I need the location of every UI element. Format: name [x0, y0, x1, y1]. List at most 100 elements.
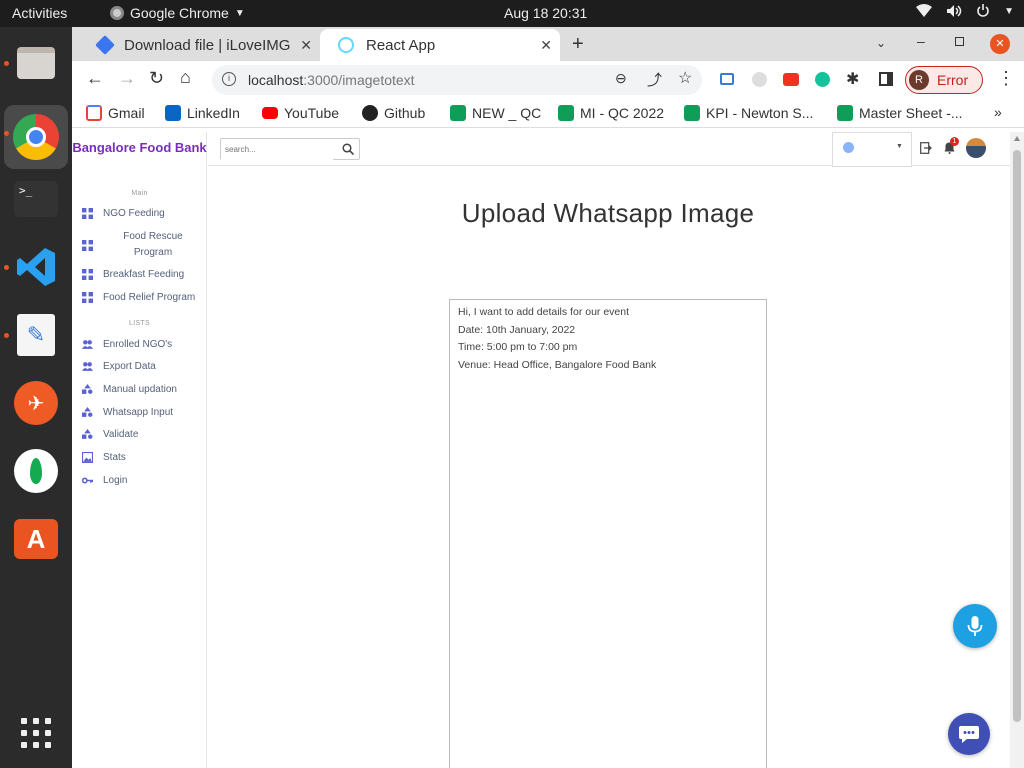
dashboard-icon [82, 208, 93, 219]
show-apps-icon[interactable] [10, 707, 62, 759]
restore-icon[interactable] [955, 37, 964, 46]
extension-grey-icon[interactable] [752, 72, 767, 87]
extension-youtube-icon[interactable] [783, 73, 799, 86]
postman-app-icon[interactable]: ✈ [10, 377, 62, 429]
new-tab-icon[interactable]: + [572, 33, 584, 56]
bookmark-label: YouTube [284, 105, 340, 121]
page-scrollbar[interactable] [1010, 132, 1024, 768]
chrome-app-icon[interactable] [4, 105, 68, 169]
bookmark-label: Gmail [108, 105, 145, 121]
dock: >_ ✎ ✈ A [0, 27, 72, 768]
activities-button[interactable]: Activities [12, 5, 67, 21]
bookmark-label: NEW _ QC [472, 105, 542, 121]
more-menu-icon[interactable]: ⋮ [997, 68, 1015, 89]
dashboard-icon [82, 239, 93, 251]
sidebar-item-whatsapp-input[interactable]: Whatsapp Input [82, 407, 207, 418]
language-select[interactable]: ▼ [832, 132, 912, 167]
vscode-icon [17, 248, 55, 286]
text-editor-app-icon[interactable]: ✎ [10, 309, 62, 361]
sidebar-item-label: Enrolled NGO's [103, 339, 173, 350]
extensions-puzzle-icon[interactable]: ✱ [846, 69, 859, 89]
bookmark-label: KPI - Newton S... [706, 105, 814, 121]
sidebar-item-ngo-feeding[interactable]: NGO Feeding [82, 208, 207, 219]
sidebar-item-label: Validate [103, 429, 139, 440]
extension-screencast-icon[interactable] [720, 73, 734, 85]
brand-logo[interactable]: Bangalore Food Bank [72, 140, 207, 155]
sidebar-item-validate[interactable]: Validate [82, 429, 207, 440]
back-icon[interactable]: ← [86, 68, 104, 89]
sidebar-item-breakfast-feeding[interactable]: Breakfast Feeding [82, 269, 207, 280]
sidebar-item-export-data[interactable]: Export Data [82, 361, 207, 372]
close-tab-icon[interactable]: ✕ [300, 37, 312, 54]
terminal-app-icon[interactable]: >_ [10, 173, 62, 225]
sidebar-item-label: Whatsapp Input [103, 407, 174, 418]
zoom-icon[interactable]: ⊖ [615, 70, 627, 87]
reload-icon[interactable]: ↻ [149, 68, 164, 89]
sidebar-item-enrolled-ngos[interactable]: Enrolled NGO's [82, 339, 207, 350]
bookmark-mi-qc[interactable]: MI - QC 2022 [558, 105, 664, 121]
share-icon[interactable]: ⤴ [647, 69, 662, 90]
minimize-icon[interactable]: – [917, 33, 925, 49]
sidebar-item-food-rescue[interactable]: Food Rescue Program [82, 229, 207, 261]
extracted-text-area[interactable]: Hi, I want to add details for our event … [449, 299, 767, 768]
files-app-icon[interactable] [10, 37, 62, 89]
logout-icon[interactable] [920, 142, 932, 154]
home-icon[interactable]: ⌂ [180, 67, 191, 88]
app-menu[interactable]: Google Chrome ▼ [110, 5, 245, 21]
bookmark-kpi[interactable]: KPI - Newton S... [684, 105, 813, 121]
scrollbar-thumb[interactable] [1013, 150, 1021, 722]
profile-status: Error [937, 72, 969, 88]
bookmark-youtube[interactable]: YouTube [262, 105, 339, 121]
tab-search-icon[interactable]: ⌄ [876, 36, 886, 50]
clock[interactable]: Aug 18 20:31 [504, 5, 587, 21]
software-center-app-icon[interactable]: A [10, 513, 62, 565]
profile-button[interactable]: R Error [905, 66, 983, 94]
app-menu-label: Google Chrome [130, 5, 229, 21]
vscode-app-icon[interactable] [10, 241, 62, 293]
voice-input-button[interactable] [953, 604, 997, 648]
side-panel-icon[interactable] [879, 72, 893, 86]
search-box[interactable] [220, 138, 360, 160]
ilovimg-favicon-icon [95, 35, 115, 55]
sidebar-item-food-relief[interactable]: Food Relief Program [82, 292, 207, 303]
system-tray[interactable]: ▼ [916, 4, 1014, 18]
bookmark-linkedin[interactable]: LinkedIn [165, 105, 240, 121]
tab-ilovimg[interactable]: Download file | iLoveIMG ✕ [80, 29, 320, 61]
sidebar-item-login[interactable]: Login [82, 475, 207, 486]
section-main-label: Main [131, 190, 148, 197]
sidebar-item-manual-updation[interactable]: Manual updation [82, 384, 207, 395]
search-icon[interactable] [342, 143, 354, 155]
bookmark-master-sheet[interactable]: Master Sheet -... [837, 105, 962, 121]
chatbot-button[interactable] [948, 713, 990, 755]
bookmark-gmail[interactable]: Gmail [86, 105, 145, 121]
bookmark-github[interactable]: Github [362, 105, 425, 121]
bookmark-star-icon[interactable]: ☆ [678, 68, 692, 88]
address-bar[interactable]: i localhost:3000/imagetotext ⊖ ⤴ ☆ [212, 65, 702, 95]
bookmark-new-qc[interactable]: NEW _ QC [450, 105, 541, 121]
chrome-small-icon [110, 6, 124, 20]
close-window-icon[interactable]: ✕ [990, 34, 1010, 54]
sidebar-item-label: Breakfast Feeding [103, 269, 185, 280]
scroll-up-arrow-icon[interactable] [1014, 136, 1020, 141]
site-info-icon[interactable]: i [222, 72, 236, 86]
close-tab-icon[interactable]: ✕ [540, 37, 552, 54]
shapes-icon [82, 429, 93, 439]
mongodb-compass-app-icon[interactable] [10, 445, 62, 497]
sheets-icon [684, 105, 700, 121]
bookmark-label: MI - QC 2022 [580, 105, 665, 121]
running-indicator [4, 61, 9, 66]
user-avatar[interactable] [966, 138, 986, 158]
sidebar-item-stats[interactable]: Stats [82, 452, 207, 463]
forward-icon[interactable]: → [118, 68, 136, 89]
react-favicon-icon [338, 37, 354, 53]
tab-react-app[interactable]: React App ✕ [320, 29, 560, 61]
running-indicator [4, 131, 9, 136]
youtube-icon [262, 107, 278, 119]
more-bookmarks-icon[interactable]: » [994, 104, 1002, 120]
grammarly-icon[interactable] [815, 72, 830, 87]
microphone-icon [967, 616, 983, 636]
avatar: R [909, 70, 929, 90]
sheets-icon [558, 105, 574, 121]
search-input[interactable] [221, 139, 333, 160]
app-sidebar: Bangalore Food Bank Main NGO Feeding Foo… [72, 132, 207, 768]
